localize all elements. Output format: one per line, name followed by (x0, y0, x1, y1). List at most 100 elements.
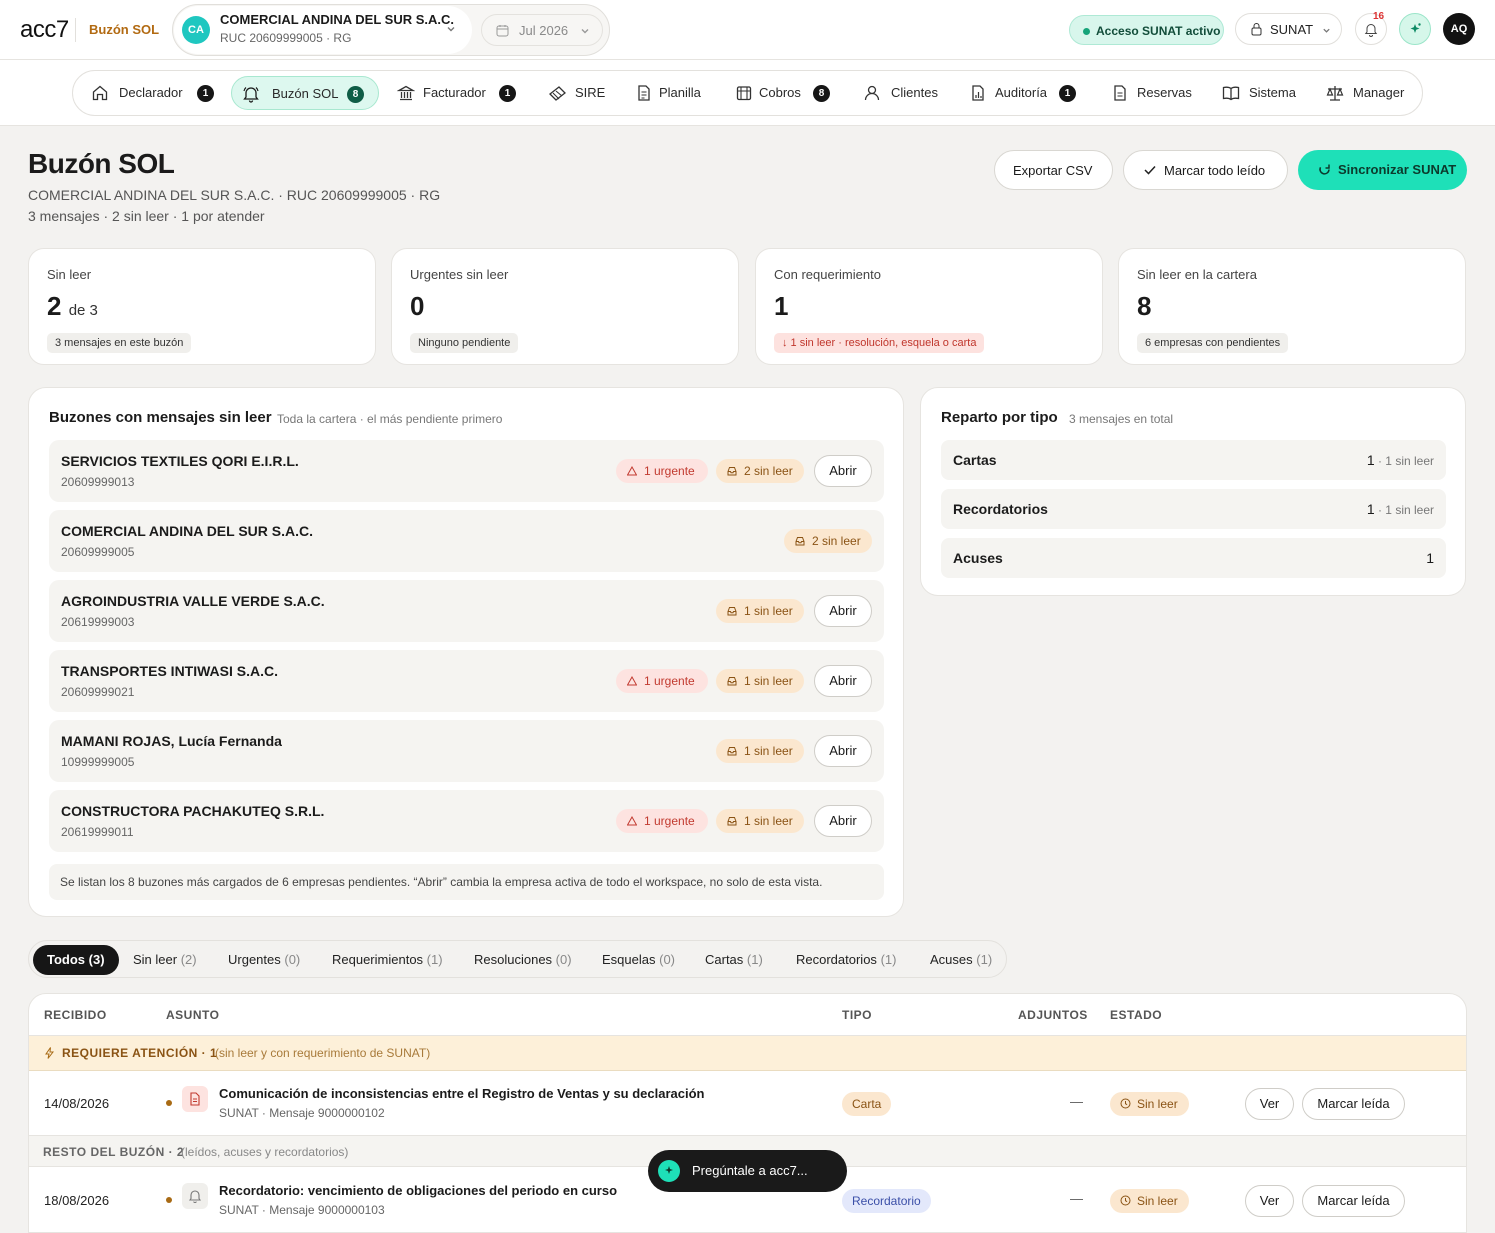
tab-count: (1) (426, 952, 443, 967)
mailbox-company: CONSTRUCTORA PACHAKUTEQ S.R.L. (61, 803, 325, 819)
check-icon (1144, 165, 1156, 175)
period-selector[interactable]: Jul 2026 (481, 14, 603, 46)
kpi-label: Urgentes sin leer (410, 267, 509, 282)
bank-icon (397, 85, 415, 101)
badge-label: 1 sin leer (744, 674, 793, 688)
nav-reservas[interactable]: Reservas (1101, 76, 1201, 110)
mailbox-ruc: 10999999005 (61, 755, 135, 769)
tab-label: Esquelas (602, 952, 656, 967)
type-row: Recordatorios 1 · 1 sin leer (941, 489, 1446, 529)
inbox-icon (727, 747, 737, 756)
sparkle-icon (665, 1166, 673, 1174)
column-header: TIPO (842, 1008, 873, 1022)
view-button[interactable]: Ver (1245, 1088, 1294, 1120)
nav-declarador[interactable]: Declarador 1 (81, 76, 217, 110)
inbox-icon (727, 467, 737, 476)
open-mailbox-button[interactable]: Abrir (814, 805, 872, 837)
mark-read-button[interactable]: Marcar leída (1302, 1088, 1405, 1120)
tab-count: (0) (555, 952, 572, 967)
nav-label: Manager (1353, 85, 1405, 100)
panel-note: 3 mensajes en total (1069, 412, 1174, 426)
inbox-icon (795, 537, 805, 546)
group-note: (leídos, acuses y recordatorios) (181, 1145, 349, 1159)
group-title: REQUIERE ATENCIÓN · 1 (62, 1046, 218, 1060)
nav-auditoria[interactable]: Auditoría 1 (959, 76, 1083, 110)
tab-sin-leer[interactable]: Sin leer (2) (119, 945, 211, 975)
tab-cartas[interactable]: Cartas (1) (691, 945, 777, 975)
nav-manager[interactable]: Manager (1315, 76, 1415, 110)
clock-icon (1120, 1195, 1131, 1206)
warning-icon (627, 676, 637, 686)
type-unread: · 1 sin leer (1374, 454, 1434, 468)
button-label: Exportar CSV (1013, 163, 1093, 178)
nav-planilla[interactable]: Planilla (625, 76, 715, 110)
sunat-menu-button[interactable]: SUNAT (1235, 13, 1342, 45)
panel-title: Buzones con mensajes sin leer (49, 409, 272, 426)
type-badge: Recordatorio (842, 1189, 931, 1213)
tab-urgentes[interactable]: Urgentes (0) (214, 945, 314, 975)
message-subject[interactable]: Comunicación de inconsistencias entre el… (219, 1086, 705, 1101)
access-label: Acceso SUNAT activo (1096, 24, 1221, 38)
kpi-value: 0 (410, 291, 425, 321)
warning-icon (627, 816, 637, 826)
open-mailbox-button[interactable]: Abrir (814, 595, 872, 627)
kpi-chip: 6 empresas con pendientes (1137, 333, 1289, 353)
kpi-value: 8 (1137, 291, 1152, 321)
open-mailbox-button[interactable]: Abrir (814, 735, 872, 767)
nav-facturador[interactable]: Facturador 1 (387, 76, 523, 110)
company-avatar: CA (182, 16, 210, 44)
nav-sire[interactable]: SIRE (537, 76, 613, 110)
unread-badge: 2 sin leer (784, 529, 872, 553)
warning-icon (627, 466, 637, 476)
kpi-label: Con requerimiento (774, 267, 881, 282)
mailbox-company: SERVICIOS TEXTILES QORI E.I.R.L. (61, 453, 299, 469)
message-subject[interactable]: Recordatorio: vencimiento de obligacione… (219, 1183, 617, 1198)
inbox-icon (727, 677, 737, 686)
tab-todos[interactable]: Todos (3) (33, 945, 119, 975)
nav-label: Clientes (891, 85, 938, 100)
open-mailbox-button[interactable]: Abrir (814, 455, 872, 487)
tab-requerimientos[interactable]: Requerimientos (1) (318, 945, 457, 975)
kpi-card-unread: Sin leer 2 de 3 3 mensajes en este buzón (28, 248, 376, 365)
ask-assistant-button[interactable]: Pregúntale a acc7... (648, 1150, 847, 1192)
type-row: Cartas 1 · 1 sin leer (941, 440, 1446, 480)
kpi-suffix: de 3 (68, 302, 98, 319)
message-meta: SUNAT · Mensaje 9000000103 (219, 1203, 385, 1217)
nav-cobros[interactable]: Cobros 8 (725, 76, 837, 110)
kpi-card-portfolio: Sin leer en la cartera 8 6 empresas con … (1118, 248, 1466, 365)
sync-sunat-button[interactable]: Sincronizar SUNAT (1298, 150, 1467, 190)
export-csv-button[interactable]: Exportar CSV (994, 150, 1113, 190)
nav-buzon-sol[interactable]: Buzón SOL 8 (231, 76, 379, 110)
group-title: RESTO DEL BUZÓN · 2 (43, 1145, 185, 1159)
open-mailbox-button[interactable]: Abrir (814, 665, 872, 697)
ticket-icon (549, 86, 566, 101)
panel-note: Toda la cartera · el más pendiente prime… (277, 412, 503, 426)
tab-recordatorios[interactable]: Recordatorios (1) (782, 945, 910, 975)
tab-esquelas[interactable]: Esquelas (0) (588, 945, 689, 975)
app-logo[interactable]: acc7 (20, 16, 69, 44)
types-panel: Reparto por tipo 3 mensajes en total Car… (920, 387, 1466, 596)
calendar-icon (496, 25, 509, 37)
divider (75, 18, 76, 42)
tab-acuses[interactable]: Acuses (1) (916, 945, 1006, 975)
panel-title: Reparto por tipo (941, 409, 1058, 426)
table-row[interactable]: 14/08/2026 Comunicación de inconsistenci… (29, 1072, 1466, 1136)
view-button[interactable]: Ver (1245, 1185, 1294, 1217)
unread-dot (166, 1100, 172, 1106)
status-dot (1083, 28, 1090, 35)
tab-resoluciones[interactable]: Resoluciones (0) (460, 945, 586, 975)
mark-read-button[interactable]: Marcar leída (1302, 1185, 1405, 1217)
badge-label: 2 sin leer (812, 534, 861, 548)
urgent-badge: 1 urgente (616, 459, 708, 483)
user-avatar[interactable]: AQ (1443, 13, 1475, 45)
type-name: Recordatorios (953, 501, 1048, 517)
assistant-button[interactable] (1399, 13, 1431, 45)
mark-all-read-button[interactable]: Marcar todo leído (1123, 150, 1288, 190)
company-selector[interactable]: CA COMERCIAL ANDINA DEL SUR S.A.C. RUC 2… (174, 6, 472, 54)
chevron-down-icon (1323, 28, 1330, 33)
kpi-chip: 3 mensajes en este buzón (47, 333, 192, 353)
kpi-value: 1 (774, 291, 789, 321)
nav-sistema[interactable]: Sistema (1211, 76, 1305, 110)
kpi-label: Sin leer en la cartera (1137, 267, 1257, 282)
nav-clientes[interactable]: Clientes (853, 76, 945, 110)
